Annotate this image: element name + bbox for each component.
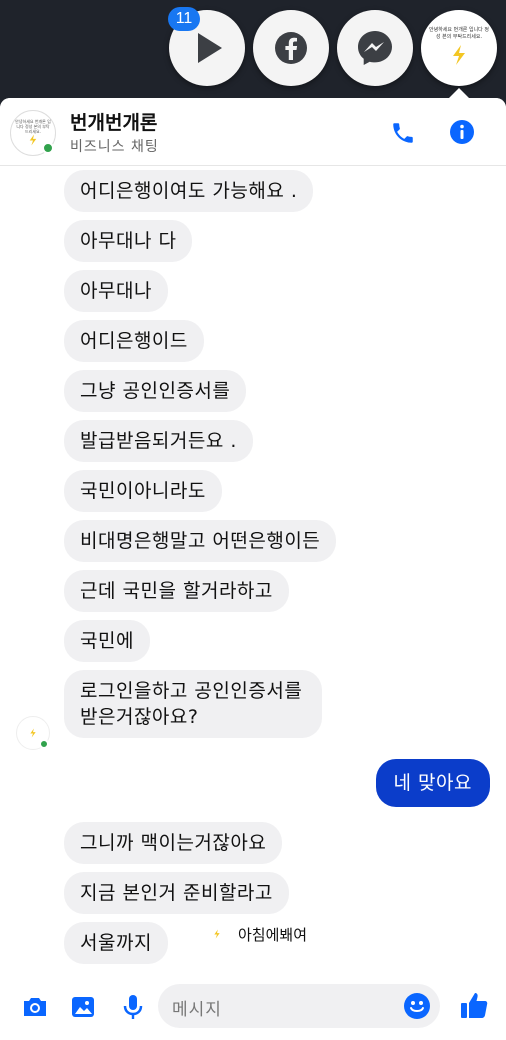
chat-header: 안녕하세요 번개론 입니다 정성 본의 부탁드리세요. 번개번개론 비즈니스 채… bbox=[0, 98, 506, 166]
my-message-bubble[interactable]: 네 맞아요 bbox=[375, 759, 490, 807]
chat-heads-strip: 11 안녕하세요 번개론 입니다 정성 본의 부탁드리세요. bbox=[0, 0, 506, 98]
lightning-icon bbox=[29, 134, 37, 146]
emoji-icon[interactable] bbox=[403, 992, 431, 1020]
message-input[interactable]: 메시지 bbox=[158, 984, 440, 1028]
message-bubble[interactable]: 로그인을하고 공인인증서를 받은거잖아요? bbox=[64, 670, 322, 738]
message-input-placeholder: 메시지 bbox=[172, 1000, 222, 1020]
thumbs-up-icon[interactable] bbox=[458, 989, 490, 1021]
message-bubble[interactable]: 그냥 공인인증서를 bbox=[64, 370, 247, 412]
message-bubble[interactable]: 비대명은행말고 어떤은행이든 bbox=[64, 520, 337, 562]
messenger-chat-head[interactable] bbox=[337, 10, 413, 86]
new-message-preview[interactable]: 아침에봬여 bbox=[194, 916, 324, 952]
message-bubble[interactable]: 국민이아니라도 bbox=[64, 470, 222, 512]
message-bubble[interactable]: 어디은행이여도 가능해요 . bbox=[64, 170, 314, 212]
message-bubble[interactable]: 국민에 bbox=[64, 620, 150, 662]
active-head-pointer bbox=[449, 88, 469, 98]
message-bubble[interactable]: 지금 본인거 준비할라고 bbox=[64, 872, 289, 914]
gallery-icon[interactable] bbox=[68, 992, 98, 1022]
messenger-icon bbox=[358, 31, 392, 65]
sender-avatar[interactable] bbox=[16, 716, 50, 750]
lightning-icon bbox=[453, 45, 465, 65]
play-icon bbox=[198, 33, 222, 63]
facebook-chat-head[interactable] bbox=[253, 10, 329, 86]
message-bubble[interactable]: 그니까 맥이는거잖아요 bbox=[64, 822, 283, 864]
business-chat-head[interactable]: 안녕하세요 번개론 입니다 정성 본의 부탁드리세요. bbox=[421, 10, 497, 86]
message-bubble[interactable]: 아무대나 bbox=[64, 270, 168, 312]
camera-icon[interactable] bbox=[20, 992, 50, 1022]
contact-subtitle: 비즈니스 채팅 bbox=[70, 139, 159, 155]
microphone-icon[interactable] bbox=[118, 992, 148, 1022]
preview-avatar bbox=[204, 921, 230, 947]
facebook-icon bbox=[275, 32, 307, 64]
lightning-icon bbox=[30, 728, 36, 737]
business-preview-text: 안녕하세요 번개론 입니다 정성 본의 부탁드리세요. bbox=[429, 27, 489, 40]
phone-icon[interactable] bbox=[390, 120, 416, 146]
message-bubble[interactable]: 아무대나 다 bbox=[64, 220, 193, 262]
info-icon[interactable] bbox=[449, 119, 475, 145]
online-status-dot bbox=[42, 142, 54, 154]
message-list[interactable]: 어디은행이여도 가능해요 . 아무대나 다 아무대나 어디은행이드 그냥 공인인… bbox=[0, 166, 506, 974]
message-bubble[interactable]: 서울까지 bbox=[64, 922, 168, 964]
composer-bar: 메시지 bbox=[0, 974, 506, 1040]
unread-count-badge: 11 bbox=[168, 7, 200, 31]
online-status-dot bbox=[39, 739, 49, 749]
message-bubble[interactable]: 발급받음되거든요 . bbox=[64, 420, 253, 462]
preview-text: 아침에봬여 bbox=[238, 925, 308, 944]
message-bubble[interactable]: 어디은행이드 bbox=[64, 320, 204, 362]
contact-name[interactable]: 번개번개론 bbox=[70, 108, 157, 135]
message-bubble[interactable]: 근데 국민을 할거라하고 bbox=[64, 570, 289, 612]
lightning-icon bbox=[214, 929, 220, 939]
avatar-text: 안녕하세요 번개론 입니다 정성 본의 부탁드리세요. bbox=[15, 119, 51, 134]
chat-panel: 안녕하세요 번개론 입니다 정성 본의 부탁드리세요. 번개번개론 비즈니스 채… bbox=[0, 98, 506, 1040]
